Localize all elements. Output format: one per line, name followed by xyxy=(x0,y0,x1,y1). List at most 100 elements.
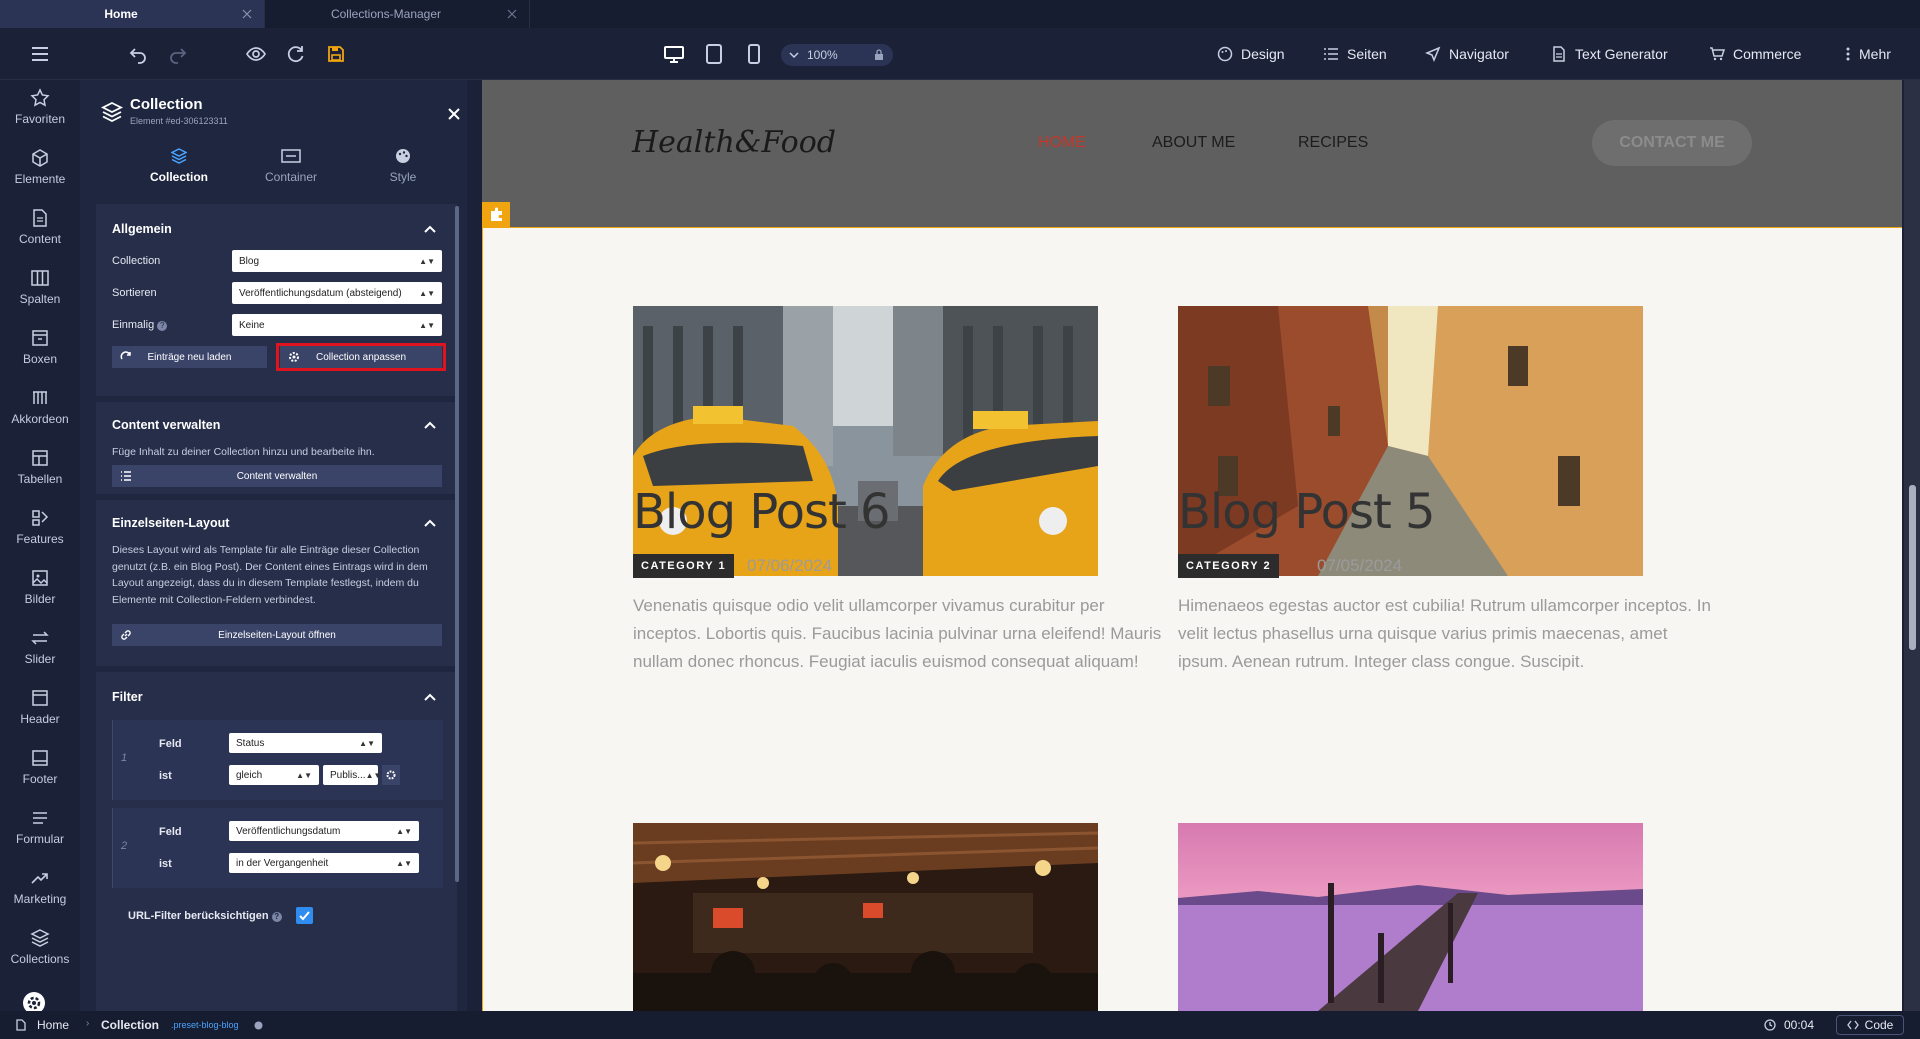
panel-scrollbar[interactable] xyxy=(455,206,459,882)
chevron-up-icon[interactable] xyxy=(423,222,437,236)
close-icon[interactable] xyxy=(507,9,517,19)
selection-badge[interactable] xyxy=(482,202,510,227)
rail-item-formular[interactable]: Formular xyxy=(0,808,80,846)
breadcrumb-collection[interactable]: Collection xyxy=(101,1018,159,1032)
mobile-view-icon[interactable] xyxy=(742,42,766,66)
filter-operator-select[interactable]: gleich ▲▼ xyxy=(229,765,319,785)
rail-item-spalten[interactable]: Spalten xyxy=(0,268,80,306)
clock-icon xyxy=(1764,1019,1776,1031)
menu-text-generator[interactable]: Text Generator xyxy=(1551,46,1668,62)
site-logo[interactable]: Health&Food xyxy=(632,125,836,160)
menu-design[interactable]: Design xyxy=(1217,46,1285,62)
tablet-view-icon[interactable] xyxy=(702,42,726,66)
breadcrumb-class[interactable]: .preset-blog-blog xyxy=(171,1020,239,1030)
rail-item-akkordeon[interactable]: Akkordeon xyxy=(0,388,80,426)
rail-item-bilder[interactable]: Bilder xyxy=(0,568,80,606)
chevron-up-icon[interactable] xyxy=(423,418,437,432)
container-icon xyxy=(281,149,301,163)
redo-icon[interactable] xyxy=(168,44,188,64)
tab-bar: Home Collections-Manager xyxy=(0,0,1920,28)
layers-icon xyxy=(171,148,187,164)
filter-field-select[interactable]: Status ▲▼ xyxy=(229,733,382,753)
filter-field-select[interactable]: Veröffentlichungsdatum ▲▼ xyxy=(229,821,419,841)
menu-navigator[interactable]: Navigator xyxy=(1425,46,1509,62)
url-filter-checkbox[interactable] xyxy=(296,907,313,924)
rail-item-tabellen[interactable]: Tabellen xyxy=(0,448,80,486)
tab-home[interactable]: Home xyxy=(0,0,265,28)
help-icon[interactable]: ? xyxy=(271,912,282,922)
post-title[interactable]: Blog Post 6 xyxy=(633,484,891,540)
tab-collection[interactable]: Collection xyxy=(119,148,239,184)
nav-about-me[interactable]: ABOUT ME xyxy=(1152,134,1235,152)
zoom-level: 100% xyxy=(807,48,838,62)
code-button[interactable]: Code xyxy=(1836,1015,1904,1035)
reload-entries-button[interactable]: Einträge neu laden xyxy=(112,346,267,368)
rail-item-marketing[interactable]: Marketing xyxy=(0,868,80,906)
list-icon xyxy=(1324,48,1338,60)
features-icon xyxy=(32,510,49,526)
undo-icon[interactable] xyxy=(128,44,148,64)
scrollbar-thumb[interactable] xyxy=(1909,485,1916,650)
url-filter-label: URL-Filter berücksichtigen ? xyxy=(128,910,282,922)
desktop-view-icon[interactable] xyxy=(662,42,686,66)
rail-item-footer[interactable]: Footer xyxy=(0,748,80,786)
open-single-layout-button[interactable]: Einzelseiten-Layout öffnen xyxy=(112,624,442,646)
menu-commerce[interactable]: Commerce xyxy=(1709,46,1801,62)
preview-eye-icon[interactable] xyxy=(246,44,266,64)
once-select[interactable]: Keine ▲▼ xyxy=(232,314,442,336)
section-heading: Filter xyxy=(112,690,143,704)
post-image[interactable] xyxy=(633,823,1098,1011)
rail-item-content[interactable]: Content xyxy=(0,208,80,246)
accordion-icon xyxy=(33,391,47,404)
document-icon xyxy=(1553,46,1565,62)
rail-item-features[interactable]: Features xyxy=(0,508,80,546)
filter-settings-button[interactable] xyxy=(382,765,400,785)
nav-recipes[interactable]: RECIPES xyxy=(1298,134,1368,152)
collection-select[interactable]: Blog ▲▼ xyxy=(232,250,442,272)
element-rail: Favoriten Elemente Content Spalten Boxen… xyxy=(0,80,80,1014)
manage-content-button[interactable]: Content verwalten xyxy=(112,465,442,487)
tab-style[interactable]: Style xyxy=(343,148,463,184)
palette-icon[interactable] xyxy=(254,1021,263,1030)
tab-container[interactable]: Container xyxy=(231,148,351,184)
category-badge[interactable]: CATEGORY 2 xyxy=(1178,554,1280,578)
lock-icon[interactable] xyxy=(873,49,885,61)
nav-home[interactable]: HOME xyxy=(1038,134,1086,152)
field-label: Feld xyxy=(159,826,182,838)
close-icon[interactable] xyxy=(448,108,460,120)
tab-collections-manager[interactable]: Collections-Manager xyxy=(265,0,530,28)
close-icon[interactable] xyxy=(242,9,252,19)
post-image[interactable] xyxy=(1178,823,1643,1011)
rail-item-header[interactable]: Header xyxy=(0,688,80,726)
canvas-scrollbar[interactable] xyxy=(1904,80,1920,1011)
menu-seiten[interactable]: Seiten xyxy=(1323,46,1387,62)
sort-select[interactable]: Veröffentlichungsdatum (absteigend) ▲▼ xyxy=(232,282,442,304)
columns-icon xyxy=(31,270,49,286)
menu-label: Text Generator xyxy=(1575,46,1668,62)
chevron-up-icon[interactable] xyxy=(423,690,437,704)
save-icon[interactable] xyxy=(326,44,346,64)
rail-item-elemente[interactable]: Elemente xyxy=(0,148,80,186)
website-canvas[interactable]: Health&Food HOME ABOUT ME RECIPES CONTAC… xyxy=(482,80,1902,1011)
menu-mehr[interactable]: Mehr xyxy=(1845,46,1891,62)
category-badge[interactable]: CATEGORY 1 xyxy=(633,554,735,578)
rail-item-slider[interactable]: Slider xyxy=(0,628,80,666)
filter-value-select[interactable]: Publis... ▲▼ xyxy=(323,765,381,785)
post-title[interactable]: Blog Post 5 xyxy=(1178,484,1436,540)
refresh-icon[interactable] xyxy=(286,44,306,64)
panel-subtitle: Element #ed-306123311 xyxy=(130,116,228,126)
rail-item-boxen[interactable]: Boxen xyxy=(0,328,80,366)
zoom-control[interactable]: 100% xyxy=(781,44,893,66)
breadcrumb-home[interactable]: Home xyxy=(37,1018,69,1032)
post-excerpt: Himenaeos egestas auctor est cubilia! Ru… xyxy=(1178,596,1711,671)
tab-label: Collections-Manager xyxy=(330,7,442,21)
hamburger-menu-icon[interactable] xyxy=(30,44,50,64)
chevron-up-icon[interactable] xyxy=(423,516,437,530)
contact-button[interactable]: CONTACT ME xyxy=(1592,120,1752,166)
cube-icon xyxy=(32,149,48,167)
help-icon[interactable]: ? xyxy=(157,321,168,331)
rail-item-favoriten[interactable]: Favoriten xyxy=(0,88,80,126)
rail-item-collections[interactable]: Collections xyxy=(0,928,80,966)
filter-operator-select[interactable]: in der Vergangenheit ▲▼ xyxy=(229,853,419,873)
cart-icon xyxy=(1710,47,1725,61)
